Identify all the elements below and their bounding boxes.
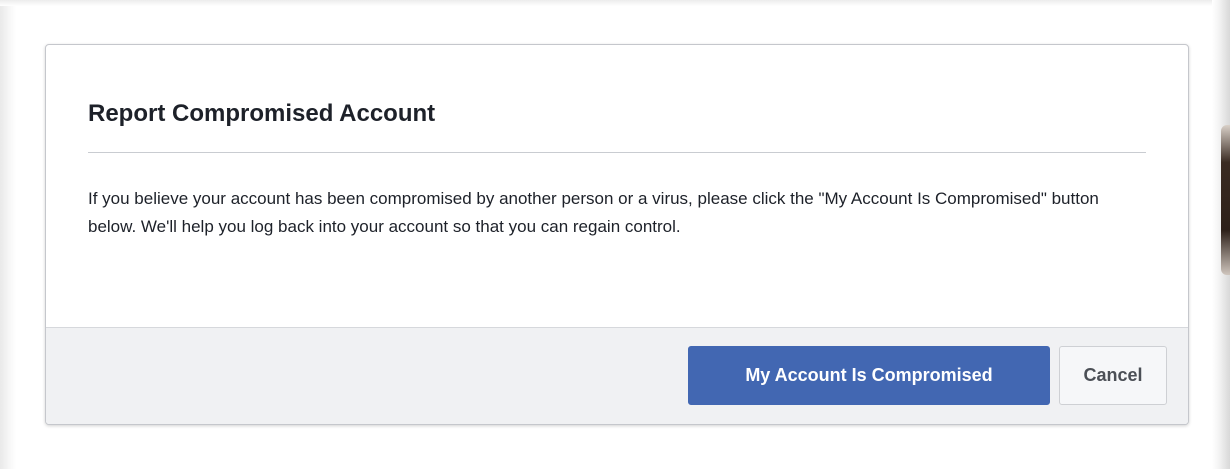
dialog-message: If you believe your account has been com… <box>88 189 1099 236</box>
dialog-title: Report Compromised Account <box>88 100 436 127</box>
report-compromised-dialog: Report Compromised Account If you believ… <box>45 44 1189 425</box>
dialog-footer: My Account Is Compromised Cancel <box>46 327 1188 424</box>
backdrop-edge-top <box>0 0 1230 6</box>
backdrop-edge <box>0 0 16 469</box>
screen: Report Compromised Account If you believ… <box>0 0 1230 469</box>
cancel-button[interactable]: Cancel <box>1059 346 1167 405</box>
backdrop-image-sliver <box>1221 125 1230 275</box>
dialog-header: Report Compromised Account <box>88 95 1146 153</box>
my-account-is-compromised-button[interactable]: My Account Is Compromised <box>688 346 1050 405</box>
